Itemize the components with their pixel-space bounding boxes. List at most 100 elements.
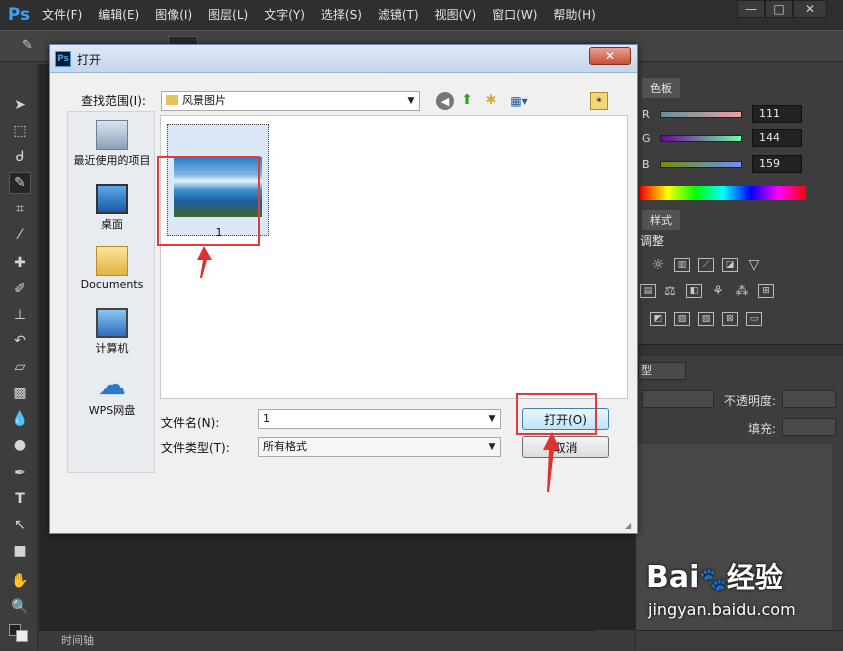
place-documents[interactable]: Documents — [68, 246, 156, 291]
place-desktop[interactable]: 桌面 — [68, 184, 156, 232]
back-icon[interactable]: ◀ — [436, 92, 454, 110]
invert-icon[interactable]: ◩ — [650, 312, 666, 326]
slider-b-track[interactable] — [660, 160, 742, 168]
fill-input[interactable] — [782, 418, 836, 436]
color-spectrum-ramp[interactable] — [640, 186, 806, 200]
place-recent[interactable]: 最近使用的项目 — [68, 120, 156, 168]
threshold-icon[interactable]: ▧ — [698, 312, 714, 326]
menu-type[interactable]: 文字(Y) — [256, 0, 313, 30]
slider-g-label: G — [642, 131, 651, 145]
slider-g-value[interactable]: 144 — [752, 129, 802, 147]
desktop-icon — [96, 184, 128, 214]
quick-selection-tool-icon[interactable]: ✎ — [9, 172, 31, 194]
menu-help[interactable]: 帮助(H) — [545, 0, 603, 30]
folder-icon — [96, 246, 128, 276]
dialog-close-button[interactable]: ✕ — [589, 47, 631, 65]
slider-r[interactable]: R 111 — [642, 104, 802, 124]
healing-brush-tool-icon[interactable]: ✚ — [9, 252, 31, 274]
zoom-tool-icon[interactable]: 🔍 — [9, 596, 31, 618]
crop-tool-icon[interactable]: ⌗ — [9, 198, 31, 220]
desktop-shortcut-icon[interactable]: ✶ — [590, 92, 608, 110]
menu-edit[interactable]: 编辑(E) — [90, 0, 147, 30]
blend-mode-select[interactable] — [642, 390, 714, 408]
gradient-tool-icon[interactable]: ▩ — [9, 382, 31, 404]
menu-image[interactable]: 图像(I) — [147, 0, 200, 30]
brush-tool-icon[interactable]: ✐ — [9, 278, 31, 300]
black-white-icon[interactable]: ◧ — [686, 284, 702, 298]
cancel-button[interactable]: 取消 — [522, 436, 609, 458]
timeline-panel[interactable]: 时间轴 — [39, 630, 595, 650]
opacity-input[interactable] — [782, 390, 836, 408]
history-brush-tool-icon[interactable]: ↶ — [9, 330, 31, 352]
folder-icon — [166, 95, 178, 105]
rectangle-tool-icon[interactable]: ■ — [9, 540, 31, 562]
close-window-button[interactable]: ✕ — [793, 0, 827, 18]
filename-input[interactable]: 1 ▼ — [258, 409, 501, 429]
slider-g-track[interactable] — [660, 134, 742, 142]
place-documents-label: Documents — [80, 278, 144, 291]
blur-tool-icon[interactable]: 💧 — [9, 408, 31, 430]
dialog-titlebar[interactable]: Ps 打开 ✕ — [50, 45, 637, 73]
chevron-down-icon: ▼ — [407, 96, 415, 106]
dodge-tool-icon[interactable]: ● — [9, 434, 31, 456]
menu-view[interactable]: 视图(V) — [427, 0, 485, 30]
tab-styles[interactable]: 样式 — [642, 210, 680, 230]
color-balance-icon[interactable]: ⚖ — [662, 284, 678, 299]
opacity-label: 不透明度: — [724, 394, 777, 408]
slider-r-value[interactable]: 111 — [752, 105, 802, 123]
slider-b-value[interactable]: 159 — [752, 155, 802, 173]
hand-tool-icon[interactable]: ✋ — [9, 570, 31, 592]
menu-bar: Ps 文件(F) 编辑(E) 图像(I) 图层(L) 文字(Y) 选择(S) 滤… — [0, 0, 843, 30]
marquee-tool-icon[interactable]: ⬚ — [9, 120, 31, 142]
pen-tool-icon[interactable]: ✒ — [9, 462, 31, 484]
quick-select-icon[interactable]: ✎ — [22, 38, 40, 54]
recent-icon — [96, 120, 128, 150]
adjustments-title: 调整 — [640, 234, 665, 248]
brightness-icon[interactable]: ☼ — [650, 257, 666, 273]
place-computer[interactable]: 计算机 — [68, 308, 156, 356]
curves-icon[interactable]: ⟋ — [698, 258, 714, 272]
lookin-combo[interactable]: 风景图片 ▼ — [161, 91, 420, 111]
minimize-button[interactable]: — — [737, 0, 765, 18]
menu-layer[interactable]: 图层(L) — [200, 0, 256, 30]
slider-b[interactable]: B 159 — [642, 154, 802, 174]
slider-g[interactable]: G 144 — [642, 128, 802, 148]
background-color-swatch[interactable] — [16, 630, 28, 642]
resize-grip-icon[interactable]: ◢ — [625, 521, 635, 531]
eyedropper-tool-icon[interactable]: ⁄ — [9, 224, 31, 246]
lookin-value: 风景图片 — [182, 94, 226, 107]
clone-stamp-tool-icon[interactable]: ⊥ — [9, 304, 31, 326]
channel-mixer-icon[interactable]: ⁂ — [734, 284, 750, 299]
place-wps-label: WPS网盘 — [88, 404, 136, 417]
vibrance-icon[interactable]: ▽ — [746, 257, 762, 273]
highlight-open-box — [516, 393, 597, 435]
slider-r-track[interactable] — [660, 110, 742, 118]
posterize-icon[interactable]: ▨ — [674, 312, 690, 326]
computer-icon — [96, 308, 128, 338]
view-menu-icon[interactable]: ▦▾ — [506, 92, 532, 110]
path-selection-tool-icon[interactable]: ↖ — [9, 514, 31, 536]
menu-window[interactable]: 窗口(W) — [484, 0, 545, 30]
selective-color-icon[interactable]: ▭ — [746, 312, 762, 326]
place-wps-cloud[interactable]: ☁ WPS网盘 — [68, 370, 156, 418]
menu-file[interactable]: 文件(F) — [34, 0, 90, 30]
tab-swatches[interactable]: 色板 — [642, 78, 680, 98]
exposure-icon[interactable]: ◪ — [722, 258, 738, 272]
menu-select[interactable]: 选择(S) — [313, 0, 370, 30]
maximize-button[interactable]: □ — [765, 0, 793, 18]
color-lookup-icon[interactable]: ⊞ — [758, 284, 774, 298]
type-tool-icon[interactable]: T — [9, 488, 31, 510]
new-folder-icon[interactable]: ✱ — [482, 91, 500, 109]
hue-saturation-icon[interactable]: ▤ — [640, 284, 656, 298]
menu-filter[interactable]: 滤镜(T) — [370, 0, 427, 30]
gradient-map-icon[interactable]: ⊠ — [722, 312, 738, 326]
photo-filter-icon[interactable]: ⚘ — [710, 284, 726, 299]
watermark-url: jingyan.baidu.com — [648, 600, 796, 619]
levels-icon[interactable]: ▥ — [674, 258, 690, 272]
eraser-tool-icon[interactable]: ▱ — [9, 356, 31, 378]
move-tool-icon[interactable]: ➤ — [9, 94, 31, 116]
filetype-select[interactable]: 所有格式 ▼ — [258, 437, 501, 457]
up-folder-icon[interactable]: ⬆ — [458, 91, 476, 109]
lasso-tool-icon[interactable]: ᑯ — [9, 146, 31, 168]
layer-kind-filter[interactable]: 型 — [638, 362, 686, 380]
